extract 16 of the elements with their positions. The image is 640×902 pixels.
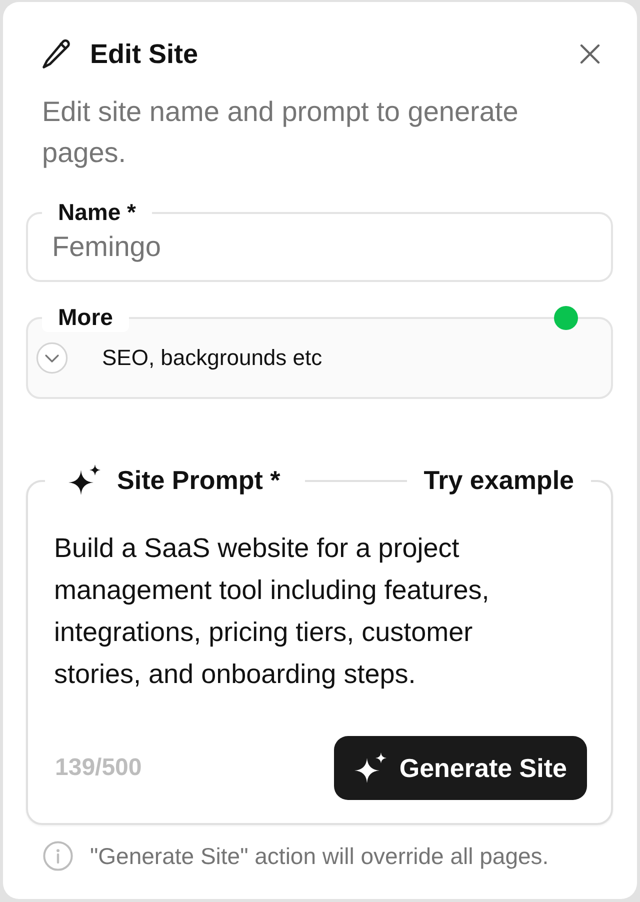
dialog-description: Edit site name and prompt to generate pages. bbox=[42, 95, 520, 170]
info-icon bbox=[43, 841, 73, 871]
generate-site-button[interactable]: Generate Site bbox=[334, 736, 587, 800]
sparkle-icon bbox=[354, 752, 388, 784]
sparkle-icon bbox=[68, 464, 101, 496]
prompt-label: Site Prompt * bbox=[117, 464, 280, 497]
more-summary: SEO, backgrounds etc bbox=[102, 345, 322, 371]
warning-note: "Generate Site" action will override all pages. bbox=[90, 842, 549, 870]
dialog-title: Edit Site bbox=[90, 38, 200, 70]
character-counter: 139/500 bbox=[55, 754, 142, 782]
pencil-icon bbox=[42, 39, 72, 69]
try-example-link[interactable]: Try example bbox=[424, 462, 574, 498]
prompt-textarea[interactable]: Build a SaaS website for a project management tool including features, integrations, pricing tiers, customer stories, and onboarding steps. bbox=[54, 527, 587, 695]
close-icon bbox=[580, 44, 600, 64]
chevron-circle-icon bbox=[36, 342, 68, 374]
close-button[interactable] bbox=[580, 44, 600, 64]
